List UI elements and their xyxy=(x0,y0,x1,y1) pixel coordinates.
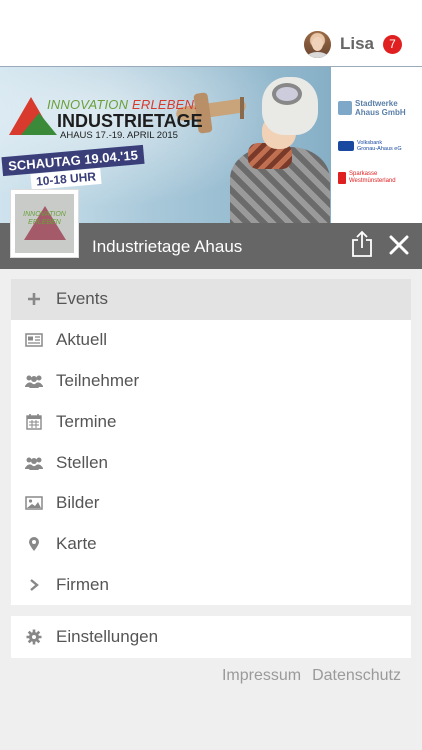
menu-item-einstellungen[interactable]: Einstellungen xyxy=(11,616,411,658)
menu-item-label: Aktuell xyxy=(56,330,108,350)
sponsor-volksbank: Volksbank Gronau-Ahaus eG xyxy=(338,140,402,152)
event-title: Industrietage Ahaus xyxy=(92,237,243,256)
stadtwerke-logo-icon xyxy=(338,101,352,115)
menu-item-label: Teilnehmer xyxy=(56,370,140,390)
sponsor-stadtwerke: Stadtwerke Ahaus GmbH xyxy=(338,99,406,117)
menu-item-teilnehmer[interactable]: Teilnehmer xyxy=(11,361,411,402)
users-icon xyxy=(25,454,43,472)
menu-item-label: Firmen xyxy=(56,574,109,594)
datenschutz-link[interactable]: Datenschutz xyxy=(312,667,401,685)
gear-icon xyxy=(25,628,43,646)
username[interactable]: Lisa xyxy=(340,34,374,54)
notification-badge[interactable]: 7 xyxy=(383,34,402,54)
footer-links: Impressum Datenschutz xyxy=(211,667,401,685)
menu-item-aktuell[interactable]: Aktuell xyxy=(11,320,411,361)
avatar[interactable] xyxy=(303,30,331,58)
image-icon xyxy=(25,494,43,512)
sparkasse-logo-icon xyxy=(338,172,346,184)
plus-icon xyxy=(25,290,43,308)
banner-dates: AHAUS 17.-19. APRIL 2015 xyxy=(60,130,178,141)
chevron-right-icon xyxy=(25,576,43,594)
user-profile[interactable]: Lisa 7 xyxy=(303,30,402,58)
menu-item-label: Events xyxy=(56,289,108,309)
banner-headline: INDUSTRIETAGE xyxy=(57,111,203,131)
users-icon xyxy=(25,372,43,390)
event-thumbnail: INNOVATION ERLEBEN xyxy=(10,189,79,258)
menu-item-firmen[interactable]: Firmen xyxy=(11,565,411,606)
share-icon[interactable] xyxy=(350,230,374,258)
menu-item-label: Stellen xyxy=(56,452,108,472)
impressum-link[interactable]: Impressum xyxy=(222,667,301,685)
map-pin-icon xyxy=(25,535,43,553)
menu-item-label: Karte xyxy=(56,534,97,554)
menu-item-stellen[interactable]: Stellen xyxy=(11,442,411,483)
settings-label: Einstellungen xyxy=(56,627,159,646)
menu-item-karte[interactable]: Karte xyxy=(11,524,411,565)
sponsor-sparkasse: Sparkasse Westmünsterland xyxy=(338,171,396,185)
volksbank-logo-icon xyxy=(338,141,354,151)
menu-item-label: Termine xyxy=(56,411,117,431)
menu-item-termine[interactable]: Termine xyxy=(11,401,411,442)
close-icon[interactable] xyxy=(387,233,411,257)
banner-tagline: INNOVATION ERLEBEN. xyxy=(47,97,198,112)
menu-item-bilder[interactable]: Bilder xyxy=(11,483,411,524)
menu-item-label: Bilder xyxy=(56,493,100,513)
newspaper-icon xyxy=(25,331,43,349)
calendar-icon xyxy=(25,413,43,431)
menu-item-events[interactable]: Events xyxy=(11,279,411,320)
top-bar: Lisa 7 xyxy=(0,0,422,66)
sponsor-panel: Stadtwerke Ahaus GmbH Volksbank Gronau-Aha… xyxy=(331,67,422,223)
event-menu: Events Aktuell Teilnehmer Termine Stelle… xyxy=(11,279,411,606)
